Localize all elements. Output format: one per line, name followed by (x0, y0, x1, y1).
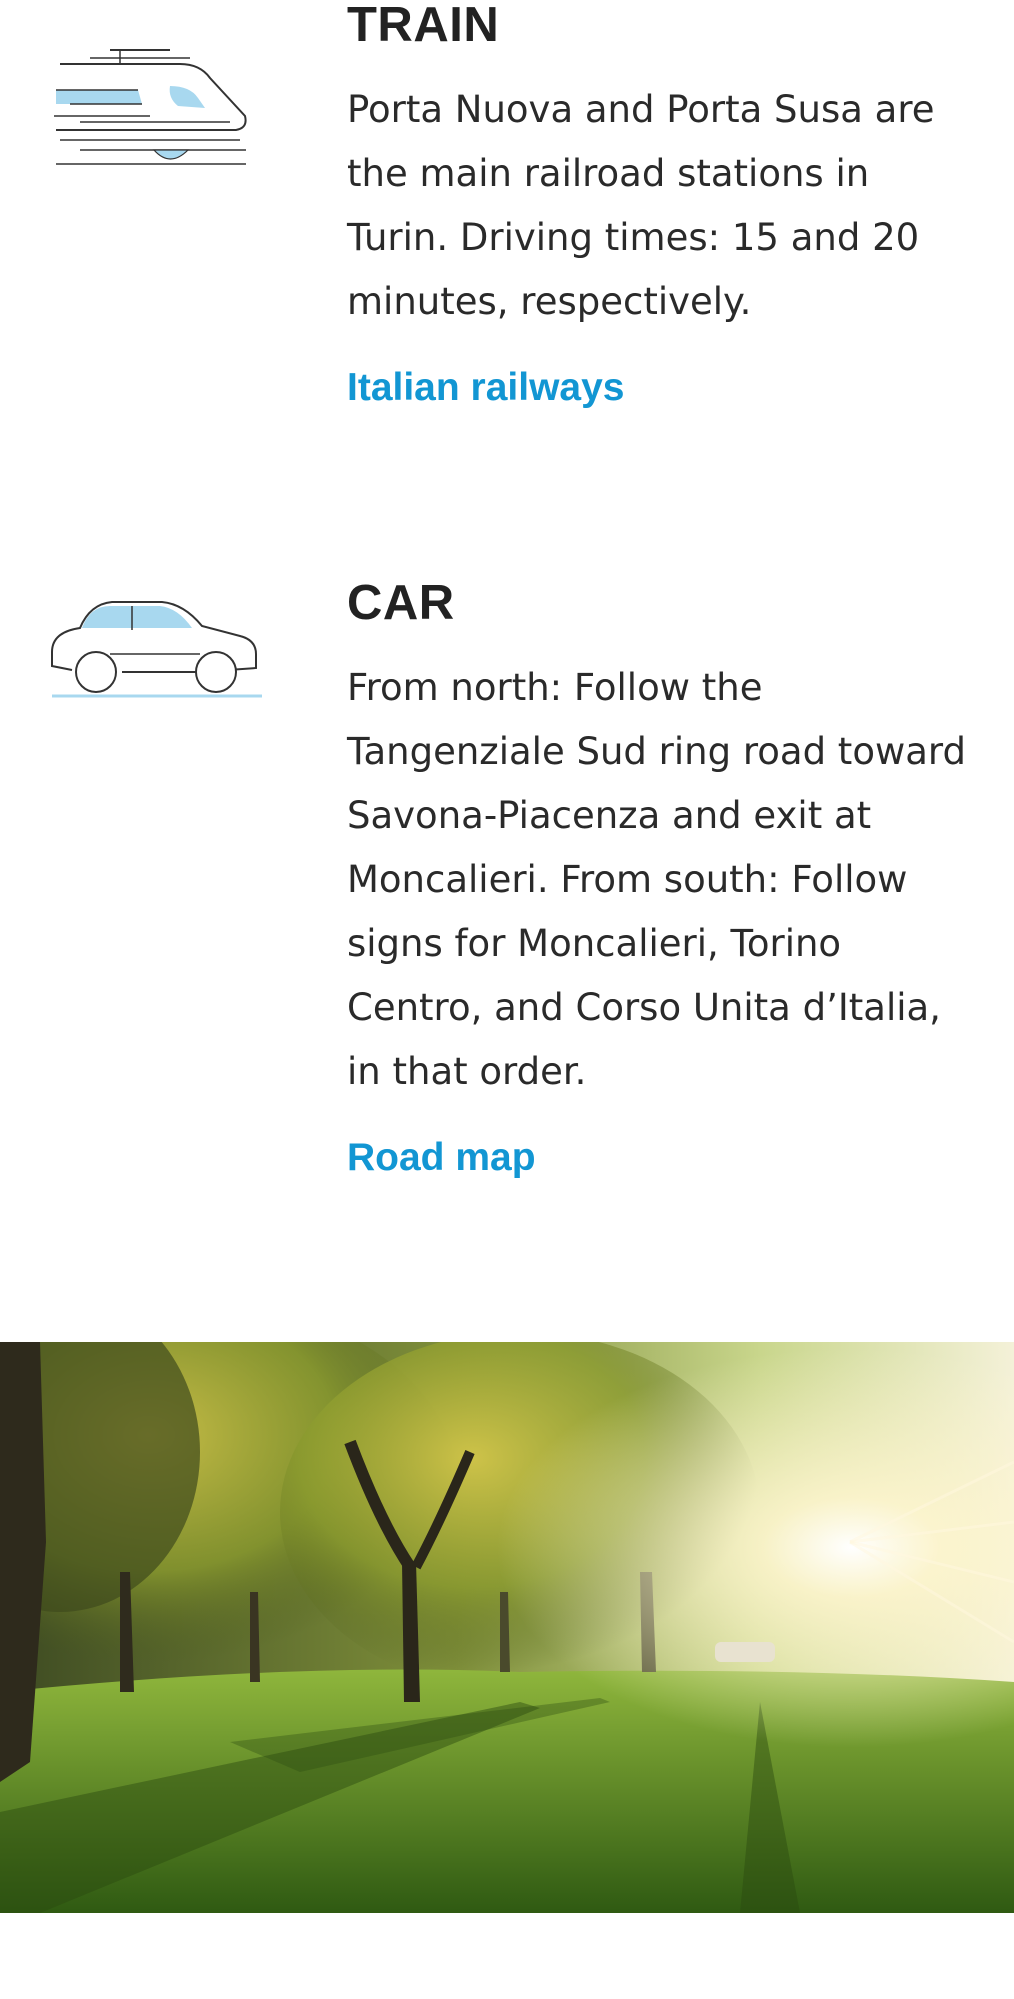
train-description: Porta Nuova and Porta Susa are the main … (347, 88, 935, 323)
car-heading: CAR (347, 576, 455, 630)
road-map-link[interactable]: Road map (347, 1130, 536, 1186)
italian-railways-link[interactable]: Italian railways (347, 360, 624, 416)
train-heading: TRAIN (347, 0, 500, 52)
train-icon (50, 46, 250, 174)
park-photo (0, 1342, 1014, 1913)
car-content: CAR From north: Follow the Tangenziale S… (347, 572, 967, 1186)
car-section: CAR From north: Follow the Tangenziale S… (0, 560, 1014, 1220)
train-section: TRAIN Porta Nuova and Porta Susa are the… (0, 0, 1014, 470)
car-description: From north: Follow the Tangenziale Sud r… (347, 666, 966, 1093)
train-content: TRAIN Porta Nuova and Porta Susa are the… (347, 0, 967, 416)
car-icon (50, 596, 266, 706)
